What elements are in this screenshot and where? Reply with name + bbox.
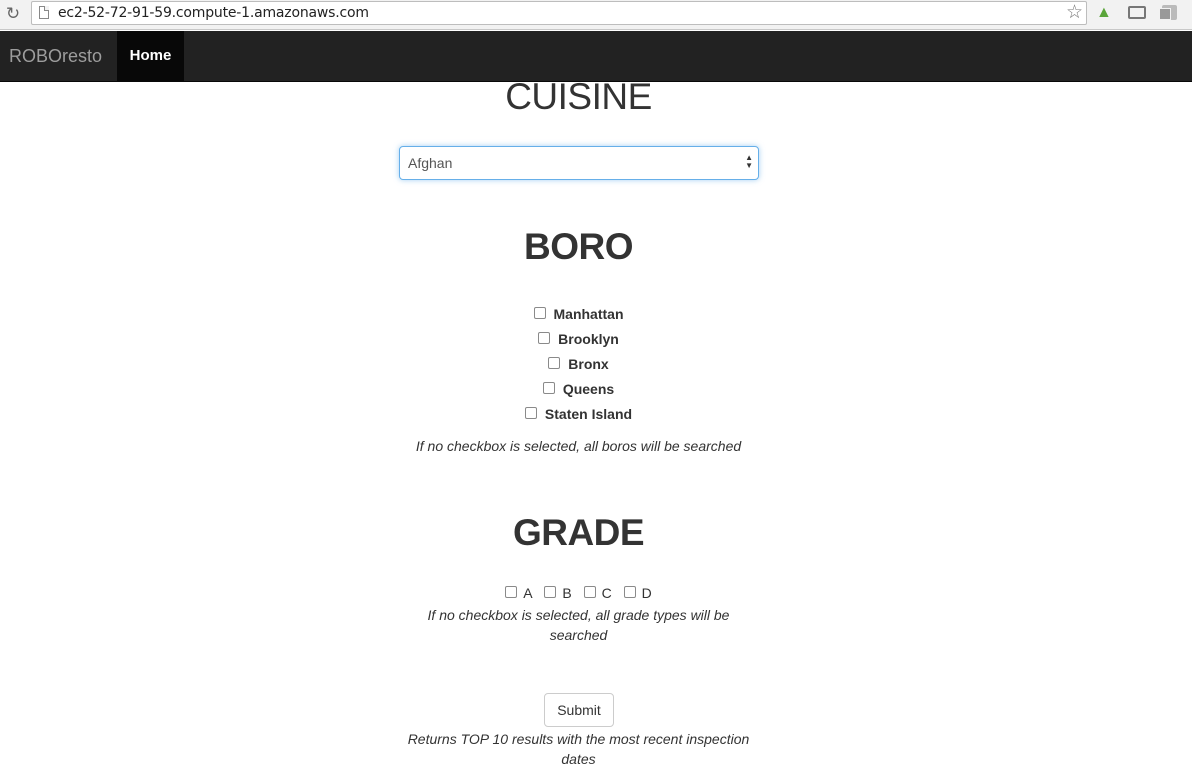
grade-option-d[interactable]: D <box>623 585 652 601</box>
submit-note: Returns TOP 10 results with the most rec… <box>0 729 1157 769</box>
grade-note-line1: If no checkbox is selected, all grade ty… <box>427 607 730 623</box>
tree-extension-icon[interactable]: ▲ <box>1096 3 1112 23</box>
copy-extension-icon[interactable] <box>1159 5 1177 20</box>
navbar: ROBOresto Home <box>0 31 1192 82</box>
browser-toolbar: ↻ ec2-52-72-91-59.compute-1.amazonaws.co… <box>0 0 1192 30</box>
grade-note: If no checkbox is selected, all grade ty… <box>0 605 1157 645</box>
cuisine-select-value: Afghan <box>408 155 453 171</box>
boro-note: If no checkbox is selected, all boros wi… <box>415 438 742 454</box>
boro-option-manhattan[interactable]: Manhattan <box>0 306 1157 331</box>
grade-checkbox[interactable] <box>623 586 636 599</box>
grade-option-b[interactable]: B <box>544 585 572 601</box>
reload-icon[interactable]: ↻ <box>2 3 24 25</box>
boro-checkbox[interactable] <box>533 307 546 320</box>
boro-label: Queens <box>562 381 615 397</box>
submit-note-line2: dates <box>561 751 596 767</box>
boro-checkbox[interactable] <box>548 357 561 370</box>
star-icon[interactable]: ☆ <box>1066 2 1083 24</box>
nav-home-link[interactable]: Home <box>117 31 184 81</box>
boro-heading: BORO <box>524 226 634 267</box>
boro-checkbox-list: Manhattan Brooklyn Bronx Queens Staten I… <box>0 306 1157 431</box>
grade-checkbox[interactable] <box>583 586 596 599</box>
boro-label: Staten Island <box>544 406 633 422</box>
grade-label: B <box>562 585 572 601</box>
boro-option-queens[interactable]: Queens <box>0 381 1157 406</box>
boro-label: Bronx <box>568 356 609 372</box>
brand-link[interactable]: ROBOresto <box>9 46 102 67</box>
submit-note-line1: Returns TOP 10 results with the most rec… <box>407 731 750 747</box>
grade-option-a[interactable]: A <box>505 585 533 601</box>
boro-option-bronx[interactable]: Bronx <box>0 356 1157 381</box>
boro-checkbox[interactable] <box>538 332 551 345</box>
cast-icon[interactable] <box>1128 6 1146 19</box>
boro-option-staten-island[interactable]: Staten Island <box>0 406 1157 431</box>
grade-checkbox[interactable] <box>505 586 518 599</box>
boro-checkbox[interactable] <box>524 407 537 420</box>
boro-checkbox[interactable] <box>542 382 555 395</box>
select-arrows-icon: ▲ ▼ <box>745 153 753 170</box>
boro-label: Brooklyn <box>558 331 619 347</box>
grade-label: A <box>523 585 533 601</box>
cuisine-heading: CUISINE <box>505 76 652 117</box>
page-icon <box>39 6 49 19</box>
boro-option-brooklyn[interactable]: Brooklyn <box>0 331 1157 356</box>
cuisine-select[interactable]: Afghan ▲ ▼ <box>399 146 759 180</box>
submit-button[interactable]: Submit <box>544 693 614 727</box>
boro-label: Manhattan <box>553 306 624 322</box>
grade-label: C <box>601 585 612 601</box>
address-bar[interactable]: ec2-52-72-91-59.compute-1.amazonaws.com … <box>31 1 1087 25</box>
grade-heading: GRADE <box>512 512 645 553</box>
url-text[interactable]: ec2-52-72-91-59.compute-1.amazonaws.com <box>58 5 369 21</box>
grade-note-line2: searched <box>549 627 608 643</box>
grade-checkbox[interactable] <box>544 586 557 599</box>
grade-checkbox-row: A B C D <box>0 585 1157 601</box>
grade-option-c[interactable]: C <box>583 585 612 601</box>
grade-label: D <box>641 585 652 601</box>
